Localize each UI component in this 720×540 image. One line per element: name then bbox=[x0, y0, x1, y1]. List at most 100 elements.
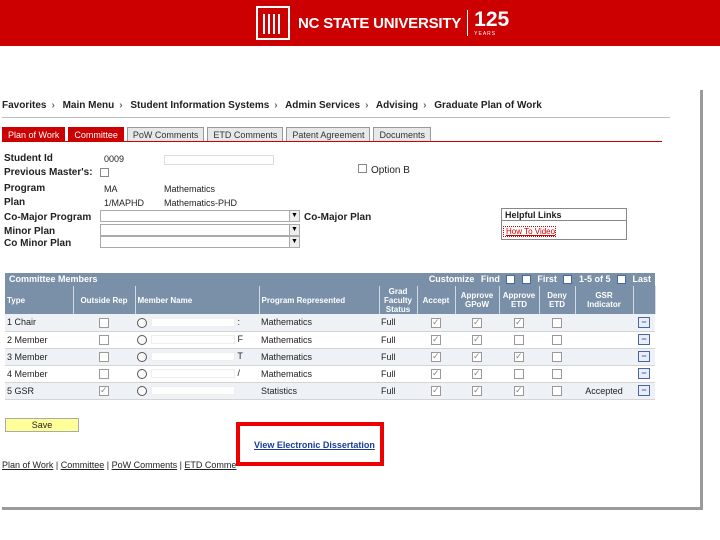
accept-checkbox[interactable] bbox=[431, 351, 441, 362]
person-lookup-icon[interactable] bbox=[137, 368, 147, 379]
accept-cell bbox=[417, 348, 455, 366]
student-name-field bbox=[164, 155, 274, 165]
outside-rep-checkbox[interactable] bbox=[99, 334, 109, 345]
member-name-field bbox=[151, 352, 235, 362]
col-gsr-indicator: GSR Indicator bbox=[575, 286, 634, 314]
deny-etd-cell bbox=[539, 365, 575, 383]
tab-plan-of-work[interactable]: Plan of Work bbox=[2, 127, 66, 141]
menu-main-menu[interactable]: Main Menu bbox=[63, 100, 115, 111]
footer-link-plan-of-work[interactable]: Plan of Work bbox=[2, 460, 53, 470]
approve-gpow-checkbox[interactable] bbox=[472, 317, 482, 328]
menu-graduate-plan-of-work[interactable]: Graduate Plan of Work bbox=[434, 100, 542, 111]
delete-row-icon[interactable]: − bbox=[638, 334, 650, 345]
previous-icon[interactable] bbox=[563, 275, 573, 285]
deny-etd-checkbox[interactable] bbox=[552, 351, 562, 362]
approve-etd-checkbox[interactable] bbox=[514, 351, 524, 362]
deny-etd-checkbox[interactable] bbox=[552, 334, 562, 345]
option-b-checkbox[interactable] bbox=[358, 164, 367, 173]
next-icon[interactable] bbox=[616, 275, 626, 285]
outside-rep-cell bbox=[73, 348, 135, 366]
outside-rep-checkbox[interactable] bbox=[99, 385, 109, 396]
find-link[interactable]: Find bbox=[481, 274, 500, 284]
accept-checkbox[interactable] bbox=[431, 385, 441, 396]
col-approve-etd: Approve ETD bbox=[499, 286, 540, 314]
member-name-field bbox=[151, 335, 235, 345]
accept-cell bbox=[417, 365, 455, 383]
approve-etd-checkbox[interactable] bbox=[514, 317, 524, 328]
tab-committee[interactable]: Committee bbox=[68, 127, 124, 141]
footer-link-committee[interactable]: Committee bbox=[61, 460, 105, 470]
how-to-video-link[interactable]: How To Video bbox=[503, 226, 557, 237]
gsr-indicator-cell bbox=[575, 314, 633, 332]
footer-link-etd-comments[interactable]: ETD Comme bbox=[184, 460, 236, 470]
menu-admin-services[interactable]: Admin Services bbox=[285, 100, 360, 111]
chevron-down-icon: ▼ bbox=[289, 211, 299, 221]
footer-link-pow-comments[interactable]: PoW Comments bbox=[112, 460, 178, 470]
program-cell: Statistics bbox=[259, 382, 379, 400]
student-id-label: Student Id bbox=[4, 153, 53, 164]
accept-cell bbox=[417, 331, 455, 349]
deny-etd-checkbox[interactable] bbox=[552, 385, 562, 396]
tab-etd-comments[interactable]: ETD Comments bbox=[207, 127, 284, 141]
person-lookup-icon[interactable] bbox=[137, 334, 147, 345]
previous-masters-checkbox[interactable] bbox=[100, 168, 109, 177]
deny-etd-cell bbox=[539, 382, 575, 400]
deny-etd-checkbox[interactable] bbox=[552, 368, 562, 379]
table-row: 1 Chair : MathematicsFull − bbox=[5, 314, 655, 332]
co-major-program-select[interactable]: ▼ bbox=[100, 210, 300, 222]
member-name-cell bbox=[135, 382, 259, 400]
delete-row-icon[interactable]: − bbox=[638, 351, 650, 362]
menu-favorites[interactable]: Favorites bbox=[2, 100, 46, 111]
minor-plan-select[interactable]: ▼ bbox=[100, 224, 300, 236]
person-lookup-icon[interactable] bbox=[137, 385, 147, 396]
person-lookup-icon[interactable] bbox=[137, 317, 147, 328]
tab-patent-agreement[interactable]: Patent Agreement bbox=[286, 127, 371, 141]
grid-title: Committee Members bbox=[9, 274, 98, 284]
accept-checkbox[interactable] bbox=[431, 317, 441, 328]
menu-student-information-systems[interactable]: Student Information Systems bbox=[130, 100, 269, 111]
approve-etd-checkbox[interactable] bbox=[514, 368, 524, 379]
approve-gpow-checkbox[interactable] bbox=[472, 368, 482, 379]
table-row: 2 Member F MathematicsFull − bbox=[5, 331, 655, 349]
first-link[interactable]: First bbox=[537, 274, 557, 284]
last-link[interactable]: Last bbox=[632, 274, 651, 284]
download-icon[interactable] bbox=[521, 275, 531, 285]
delete-row-icon[interactable]: − bbox=[638, 316, 650, 328]
customize-link[interactable]: Customize bbox=[429, 274, 475, 284]
gsr-indicator-cell bbox=[575, 331, 633, 349]
accept-checkbox[interactable] bbox=[431, 334, 441, 345]
table-row: 3 Member T MathematicsFull − bbox=[5, 348, 655, 366]
approve-etd-checkbox[interactable] bbox=[514, 385, 524, 396]
menu-advising[interactable]: Advising bbox=[376, 100, 418, 111]
deny-etd-checkbox[interactable] bbox=[552, 317, 562, 328]
approve-gpow-checkbox[interactable] bbox=[472, 351, 482, 362]
menu-divider bbox=[2, 117, 670, 118]
approve-gpow-checkbox[interactable] bbox=[472, 334, 482, 345]
view-all-icon[interactable] bbox=[506, 275, 516, 285]
deny-etd-cell bbox=[539, 331, 575, 349]
view-electronic-dissertation-link[interactable]: View Electronic Dissertation bbox=[254, 440, 375, 450]
previous-masters-label: Previous Master's: bbox=[4, 167, 93, 178]
accept-checkbox[interactable] bbox=[431, 368, 441, 379]
outside-rep-checkbox[interactable] bbox=[99, 317, 109, 328]
outside-rep-checkbox[interactable] bbox=[99, 368, 109, 379]
tab-documents[interactable]: Documents bbox=[373, 127, 431, 141]
delete-row-icon[interactable]: − bbox=[638, 385, 650, 396]
delete-row-cell: − bbox=[633, 365, 655, 383]
plan-label: Plan bbox=[4, 197, 26, 208]
outside-rep-checkbox[interactable] bbox=[99, 351, 109, 362]
table-row: 5 GSR StatisticsFull Accepted− bbox=[5, 382, 655, 400]
option-b-label: Option B bbox=[371, 165, 410, 176]
person-lookup-icon[interactable] bbox=[137, 351, 147, 362]
tab-pow-comments[interactable]: PoW Comments bbox=[126, 127, 205, 141]
co-minor-plan-select[interactable]: ▼ bbox=[100, 236, 300, 248]
delete-row-icon[interactable]: − bbox=[638, 368, 650, 379]
type-cell: 4 Member bbox=[5, 365, 73, 383]
col-actions bbox=[633, 286, 656, 314]
tab-divider bbox=[2, 141, 662, 142]
save-button[interactable]: Save bbox=[5, 418, 79, 432]
approve-etd-checkbox[interactable] bbox=[514, 334, 524, 345]
grid-navigation: Customize Find First 1-5 of 5 Last bbox=[425, 274, 651, 285]
approve-gpow-checkbox[interactable] bbox=[472, 385, 482, 396]
member-name-suffix: / bbox=[237, 368, 241, 379]
